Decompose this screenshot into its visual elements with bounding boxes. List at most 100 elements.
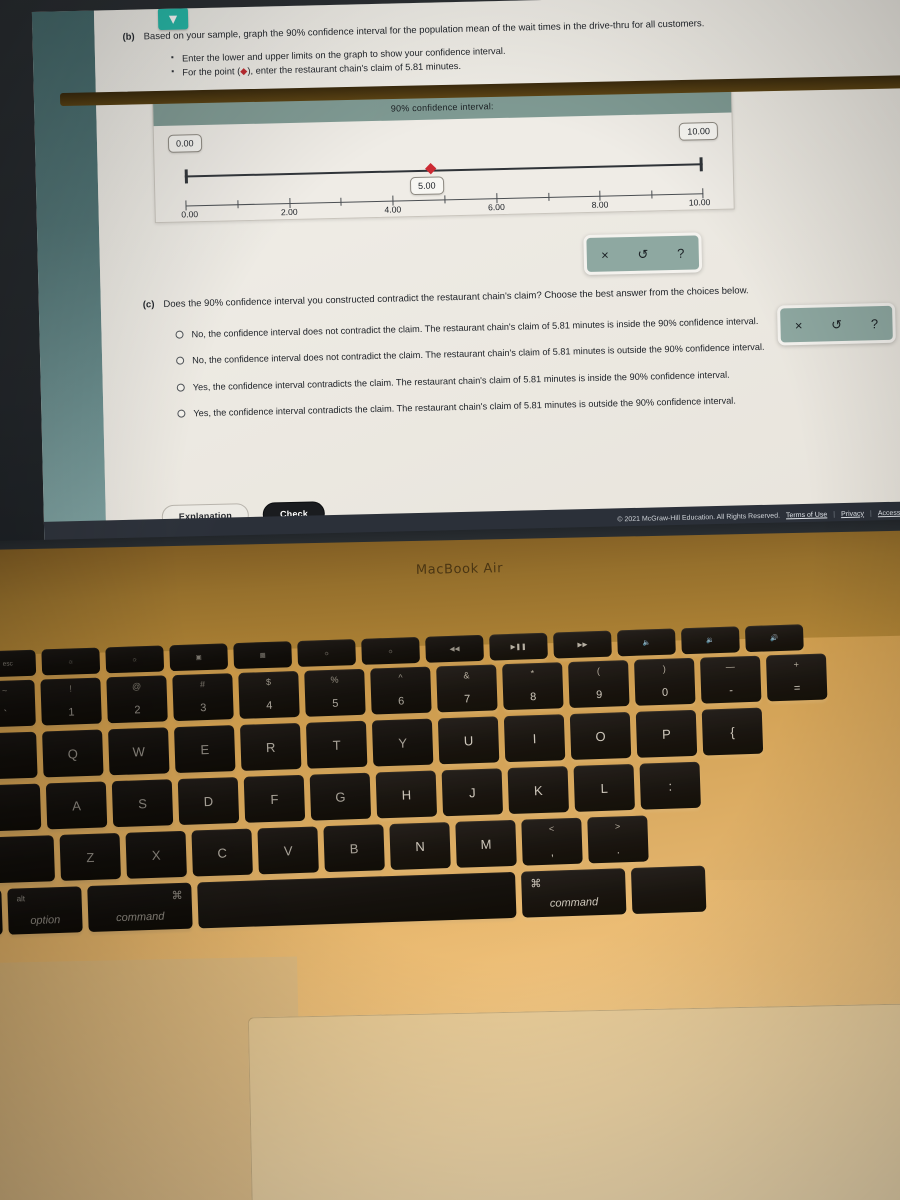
key-f4-launchpad-icon[interactable]: ▦ — [233, 641, 293, 670]
key-w[interactable]: W — [108, 727, 170, 776]
undo-button[interactable]: ↺ — [637, 246, 648, 261]
key-p[interactable]: P — [635, 709, 698, 758]
help-button[interactable]: ? — [871, 316, 879, 331]
key-b[interactable]: B — [323, 824, 385, 873]
key-backtick[interactable]: ~ ` — [0, 679, 36, 728]
lower-limit-input[interactable]: 0.00 — [167, 134, 202, 153]
key-y[interactable]: Y — [371, 718, 434, 767]
choice-option-3[interactable]: Yes, the confidence interval contradicts… — [176, 365, 885, 395]
point-input[interactable]: 5.00 — [409, 176, 444, 196]
key-f3-mission-control-icon[interactable]: ▣ — [169, 643, 229, 672]
key-6[interactable]: ^ 6 — [370, 666, 432, 715]
key-semicolon[interactable]: : — [639, 761, 701, 810]
radio-button[interactable] — [176, 383, 185, 392]
radio-button[interactable] — [177, 409, 186, 418]
key-7[interactable]: & 7 — [436, 664, 498, 713]
radio-button[interactable] — [176, 356, 185, 365]
chevron-down-icon[interactable]: ▼ — [157, 7, 189, 31]
key-s[interactable]: S — [111, 779, 174, 828]
choice-option-4[interactable]: Yes, the confidence interval contradicts… — [177, 391, 885, 421]
key-v[interactable]: V — [257, 826, 319, 875]
key-tab[interactable]: tab — [0, 731, 38, 781]
key-x[interactable]: X — [125, 830, 187, 879]
key-command-right[interactable]: ⌘ command — [520, 868, 627, 918]
key-9[interactable]: (9 — [568, 660, 630, 708]
key-4[interactable]: $4 — [238, 670, 300, 719]
key-t[interactable]: T — [305, 720, 368, 769]
key-f1-brightness-down-icon[interactable]: ☼ — [41, 647, 101, 676]
key-1[interactable]: ! 1 — [40, 677, 102, 726]
key-bracket-left[interactable]: { — [701, 707, 764, 756]
key-r[interactable]: R — [239, 722, 302, 771]
key-g[interactable]: G — [309, 772, 372, 821]
undo-button[interactable]: ↺ — [831, 317, 842, 332]
key-f2-brightness-up-icon[interactable]: ☼ — [105, 645, 165, 674]
key-f6-keyboard-light-up-icon[interactable]: ☼ — [361, 636, 421, 665]
key-q[interactable]: Q — [42, 729, 104, 778]
key-h[interactable]: H — [375, 770, 438, 819]
key-option-right[interactable] — [630, 865, 707, 915]
clear-button[interactable]: × — [795, 317, 803, 332]
key-f9-fast-forward-icon[interactable]: ▶▶ — [553, 630, 612, 659]
key-8[interactable]: * 8 — [502, 662, 564, 711]
key-f5-keyboard-light-down-icon[interactable]: ☼ — [297, 639, 357, 667]
key-esc[interactable]: esc — [0, 649, 37, 678]
key-f[interactable]: F — [243, 774, 306, 823]
key-n[interactable]: N — [389, 822, 451, 871]
key-i[interactable]: I — [503, 714, 566, 763]
key-space[interactable] — [197, 871, 517, 929]
footer-separator: | — [869, 509, 872, 517]
key-5[interactable]: % 5 — [304, 668, 366, 717]
upper-limit-input[interactable]: 10.00 — [679, 121, 719, 141]
key-shift-left[interactable] — [0, 835, 56, 885]
key-m[interactable]: M — [455, 819, 517, 868]
choice-option-2[interactable]: No, the confidence interval does not con… — [176, 338, 884, 368]
help-button[interactable]: ? — [677, 245, 685, 260]
clear-button[interactable]: × — [601, 247, 609, 262]
key-f10-mute-icon[interactable]: 🔈 — [617, 628, 676, 657]
key-k[interactable]: K — [507, 766, 570, 815]
accessibility-link[interactable]: Accessibility — [878, 509, 900, 517]
key-l[interactable]: L — [573, 763, 635, 812]
terms-link[interactable]: Terms of Use — [786, 511, 827, 519]
key-equals[interactable]: + = — [765, 653, 828, 702]
question-b-prompt: Based on your sample, graph the 90% conf… — [143, 18, 705, 43]
key-z[interactable]: Z — [59, 832, 122, 881]
question-c-prompt: Does the 90% confidence interval you con… — [163, 285, 749, 310]
key-caps-lock[interactable]: lock — [0, 783, 42, 833]
key-f7-rewind-icon[interactable]: ◀◀ — [425, 634, 484, 663]
key-a[interactable]: A — [45, 781, 108, 830]
key-period[interactable]: >. — [587, 815, 649, 864]
axis-tick-label: 10.00 — [688, 197, 711, 208]
key-control[interactable]: rol — [0, 888, 3, 938]
key-f11-volume-down-icon[interactable]: 🔉 — [680, 626, 740, 655]
key-comma[interactable]: <, — [521, 817, 583, 866]
key-command-left[interactable]: ⌘ command — [87, 882, 193, 933]
key-f12-volume-up-icon[interactable]: 🔊 — [744, 624, 804, 653]
key-e[interactable]: E — [173, 725, 236, 774]
choice-label: No, the confidence interval does not con… — [191, 315, 759, 340]
key-u[interactable]: U — [437, 716, 500, 765]
graph-plot-area: 0.00 10.00 5.00 0.00 2.00 4.00 6.00 8.00… — [154, 113, 734, 225]
key-3[interactable]: #3 — [172, 673, 234, 722]
trackpad[interactable] — [247, 1002, 900, 1200]
red-diamond-marker[interactable] — [425, 163, 437, 175]
radio-button[interactable] — [175, 330, 184, 339]
axis-tick-label: 6.00 — [487, 201, 505, 213]
key-j[interactable]: J — [441, 768, 504, 817]
key-0[interactable]: ) 0 — [634, 657, 696, 706]
key-f8-play-pause-icon[interactable]: ▶❚❚ — [489, 632, 548, 661]
key-c[interactable]: C — [191, 828, 253, 877]
graph-toolbar: × ↺ ? — [583, 232, 703, 276]
key-2[interactable]: @2 — [106, 675, 168, 724]
privacy-link[interactable]: Privacy — [841, 510, 864, 518]
macbook-air-label: MacBook Air — [415, 561, 504, 578]
key-d[interactable]: D — [177, 777, 240, 826]
choice-label: Yes, the confidence interval contradicts… — [193, 395, 736, 419]
question-c-label: (c) — [142, 299, 155, 311]
key-option-left[interactable]: alt option — [7, 886, 83, 935]
key-minus[interactable]: — - — [699, 655, 762, 704]
keyboard: esc ☼ ☼ ▣ ▦ ☼ ☼ ◀◀ ▶❚❚ ▶▶ 🔈 🔉 🔊 ~ ` ! 1 @2… — [0, 601, 900, 965]
interval-upper-cap — [699, 157, 703, 172]
key-o[interactable]: O — [569, 712, 632, 760]
